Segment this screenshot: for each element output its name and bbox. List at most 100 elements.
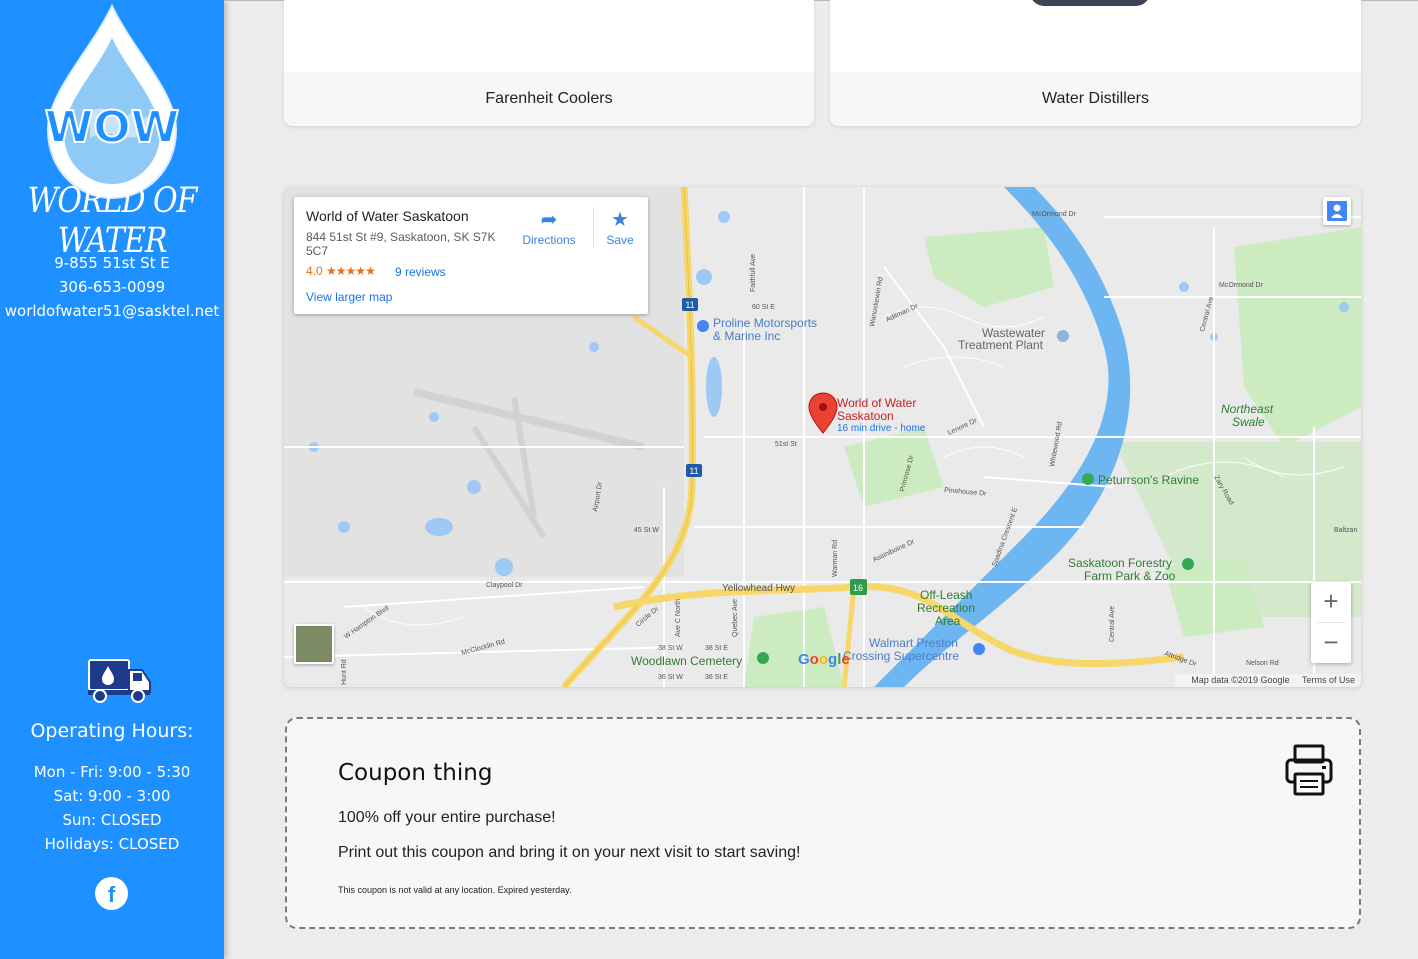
proline-marker[interactable]	[697, 320, 709, 332]
zoom-out-button[interactable]: −	[1311, 623, 1351, 663]
place-rating: 4.0 ★★★★★	[306, 264, 376, 278]
logo-text: WOW	[45, 102, 179, 153]
label-offleash-1: Off-Leash	[920, 588, 972, 602]
hwy-11-shield-top: 11	[682, 298, 698, 311]
product-image	[830, 0, 1361, 72]
brand-name: WORLD OF WATER	[27, 180, 198, 262]
hours-weekdays: Mon - Fri: 9:00 - 5:30	[33, 763, 191, 781]
google-map[interactable]: 11 11 16 World of Water Saskatoon 16 min…	[284, 187, 1361, 687]
save-label: Save	[606, 233, 634, 247]
email[interactable]: worldofwater51@sasktel.net	[0, 299, 224, 323]
label-offleash-2: Recreation	[917, 601, 975, 615]
forestry-marker[interactable]	[1182, 558, 1194, 570]
coupon-title: Coupon thing	[338, 760, 493, 786]
ravine-marker[interactable]	[1082, 473, 1094, 485]
label-claypool: Claypool Dr	[486, 582, 523, 589]
svg-text:16: 16	[853, 583, 863, 593]
marker-name-1: World of Water	[837, 396, 916, 410]
terms-of-use-link[interactable]: Terms of Use	[1302, 675, 1355, 685]
label-northeast-2: Swale	[1232, 415, 1265, 429]
star-rating-icon: ★★★★★	[326, 264, 376, 278]
place-name: World of Water Saskatoon	[306, 208, 469, 224]
map-data-attribution: Map data ©2019 Google	[1191, 675, 1290, 685]
label-proline-1: Proline Motorsports	[713, 316, 817, 330]
view-larger-map-link[interactable]: View larger map	[306, 290, 392, 304]
hours-saturday: Sat: 9:00 - 3:00	[53, 787, 171, 805]
label-avec: Ave C North	[675, 599, 682, 637]
cemetery-marker[interactable]	[757, 652, 769, 664]
svg-text:11: 11	[685, 300, 694, 310]
label-central-2: Central Ave	[1109, 606, 1116, 642]
directions-button[interactable]: ➦ Directions	[516, 207, 582, 247]
product-label[interactable]: Water Distillers	[830, 90, 1361, 108]
distiller-image	[1030, 0, 1150, 6]
label-baltzan: Baltzan	[1334, 527, 1357, 534]
label-36ste: 36 St E	[705, 674, 728, 681]
label-quebec: Quebec Ave	[732, 599, 739, 637]
label-yellowhead: Yellowhead Hwy	[722, 583, 795, 594]
label-60st: 60 St E	[752, 304, 775, 311]
coupon-fine-print: This coupon is not valid at any location…	[338, 885, 572, 895]
coupon-offer: 100% off your entire purchase!	[338, 809, 556, 826]
satellite-toggle-button[interactable]	[294, 624, 334, 664]
directions-icon: ➦	[540, 209, 558, 231]
label-45st: 45 St W	[634, 527, 659, 534]
svg-text:11: 11	[689, 466, 698, 476]
label-northeast-1: Northeast	[1221, 402, 1274, 416]
coupon-instructions: Print out this coupon and bring it on yo…	[338, 844, 801, 861]
hours-title: Operating Hours:	[30, 720, 194, 742]
label-forestry-2: Farm Park & Zoo	[1084, 569, 1176, 583]
wastewater-marker[interactable]	[1057, 330, 1069, 342]
truck-icon	[88, 659, 151, 703]
contact-info: 9-855 51st St E 306-653-0099 worldofwate…	[0, 251, 224, 323]
label-faithfull: Faithfull Ave	[750, 254, 757, 292]
hwy-16-shield: 16	[850, 579, 867, 595]
map-footer: Map data ©2019 Google Terms of Use	[1175, 674, 1361, 687]
product-label[interactable]: Farenheit Coolers	[284, 90, 814, 108]
label-38stw: 38 St W	[658, 645, 683, 652]
label-hunt: Hunt Rd	[341, 659, 348, 685]
product-card-distillers[interactable]: Water Distillers	[830, 0, 1361, 126]
coupon: Coupon thing 100% off your entire purcha…	[285, 717, 1361, 929]
zoom-controls: + −	[1311, 582, 1351, 663]
label-walmart-2: Crossing Supercentre	[843, 649, 959, 663]
place-info-card: World of Water Saskatoon 844 51st St #9,…	[294, 197, 648, 314]
product-card-coolers[interactable]: Farenheit Coolers	[284, 0, 814, 126]
label-forestry-1: Saskatoon Forestry	[1068, 556, 1172, 570]
label-wastewater-2: Treatment Plant	[958, 338, 1044, 352]
rating-value: 4.0	[306, 264, 323, 278]
label-proline-2: & Marine Inc	[713, 329, 780, 343]
hours-holidays: Holidays: CLOSED	[44, 835, 180, 853]
directions-label: Directions	[522, 233, 576, 247]
hwy-11-shield: 11	[686, 464, 702, 477]
divider	[593, 207, 594, 247]
marker-name-2: Saskatoon	[837, 409, 894, 423]
label-36stw: 36 St W	[658, 674, 683, 681]
reviews-link[interactable]: 9 reviews	[395, 265, 446, 279]
label-walmart-1: Walmart Preston	[869, 636, 958, 650]
product-image	[284, 0, 814, 72]
label-51st: 51st St	[775, 441, 797, 448]
star-icon: ★	[611, 209, 629, 231]
label-38ste: 38 St E	[705, 645, 728, 652]
label-mcormond-2: McOrmond Dr	[1219, 282, 1264, 289]
google-logo: Google	[798, 651, 850, 668]
place-address: 844 51st St #9, Saskatoon, SK S7K 5C7	[306, 230, 496, 258]
printer-icon[interactable]	[1284, 744, 1334, 796]
hours-list: Mon - Fri: 9:00 - 5:30 Sat: 9:00 - 3:00 …	[0, 760, 224, 856]
address: 9-855 51st St E	[54, 254, 170, 272]
label-warman: Warman Rd	[832, 540, 839, 577]
label-mcormond-1: McOrmond Dr	[1032, 211, 1077, 218]
zoom-in-button[interactable]: +	[1311, 582, 1351, 622]
label-offleash-3: Area	[935, 614, 961, 628]
phone[interactable]: 306-653-0099	[0, 275, 224, 299]
marker-drive: 16 min drive - home	[837, 423, 926, 434]
save-button[interactable]: ★ Save	[600, 207, 640, 247]
hours-sunday: Sun: CLOSED	[62, 811, 162, 829]
facebook-icon[interactable]: f	[95, 877, 128, 910]
walmart-marker[interactable]	[973, 643, 985, 655]
label-peturrson: Peturrson's Ravine	[1098, 473, 1199, 487]
label-nelson: Nelson Rd	[1246, 660, 1279, 667]
sidebar: WOW WORLD OF WATER 9-855 51st St E 306-6…	[0, 0, 224, 959]
street-view-pegman-icon[interactable]	[1323, 197, 1351, 225]
